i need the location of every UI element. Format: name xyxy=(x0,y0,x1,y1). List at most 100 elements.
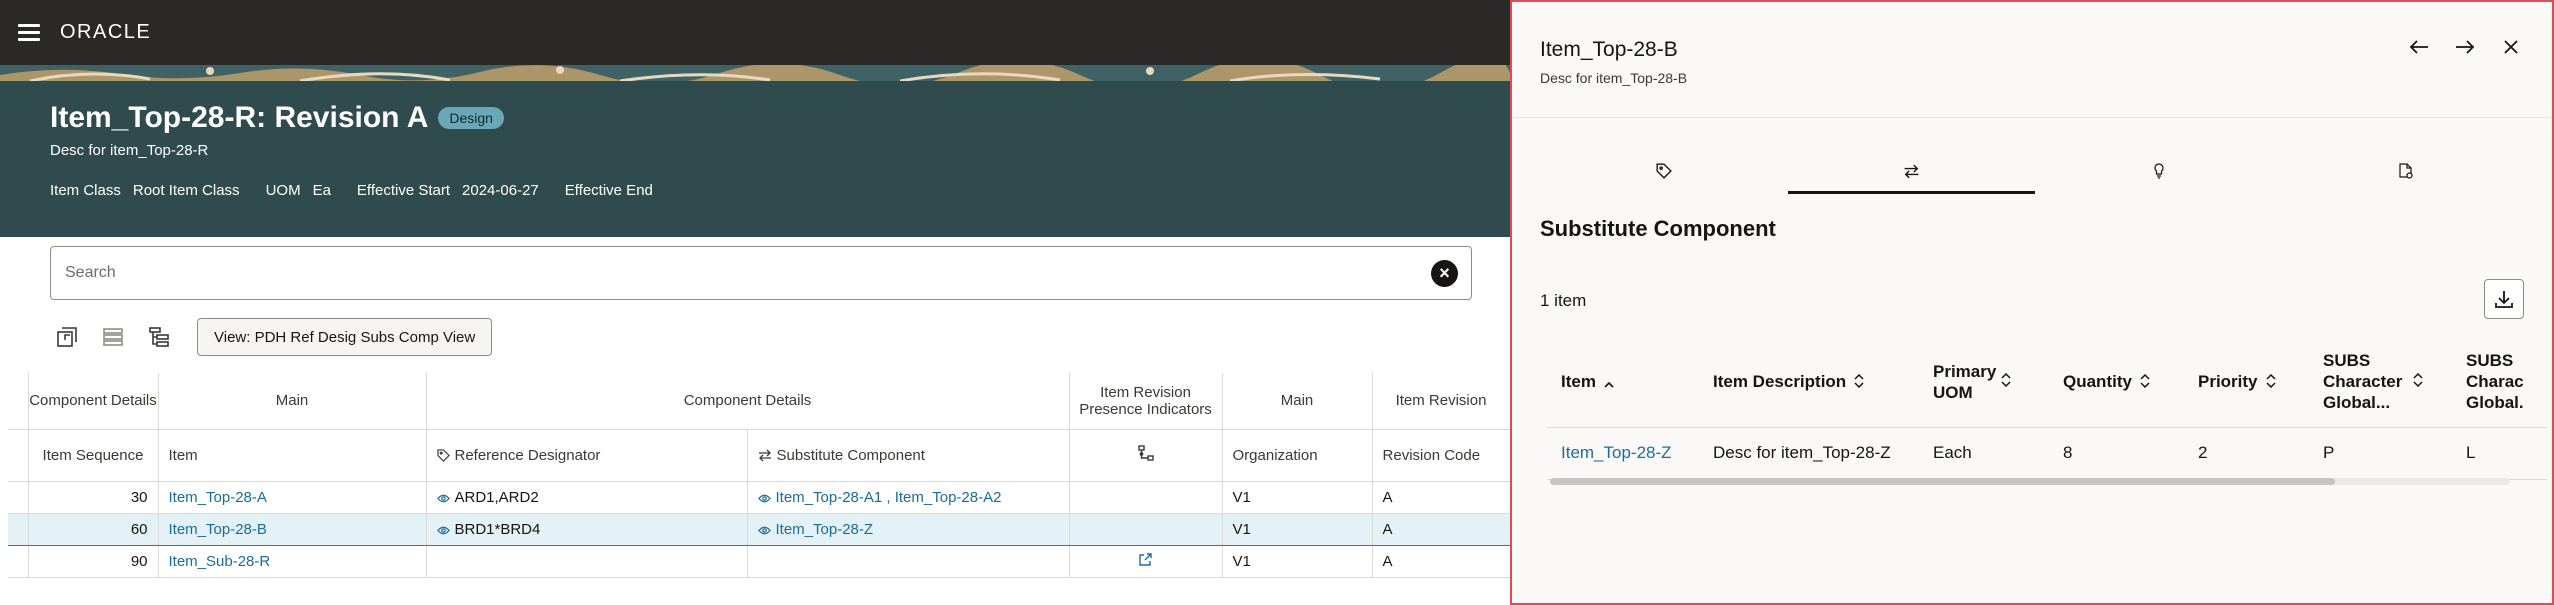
download-button[interactable] xyxy=(2484,279,2524,319)
column-header-item[interactable]: Item xyxy=(158,429,427,482)
page-title: Item_Top-28-R: Revision A xyxy=(50,101,429,134)
sort-ascending-icon xyxy=(1604,372,1614,393)
substitute-table-scroll[interactable]: Item Item Description Primary UOM Quanti… xyxy=(1547,337,2547,487)
cell-item-sequence: 60 xyxy=(28,512,159,546)
clear-search-icon[interactable]: × xyxy=(1431,259,1458,287)
column-header-presence-indicator xyxy=(1069,429,1223,482)
drawer-header: Item_Top-28-B Desc for item_Top-28-B xyxy=(1512,2,2552,118)
tab-lightbulb[interactable] xyxy=(2035,148,2283,194)
expand-structure-icon[interactable] xyxy=(55,325,79,349)
table-row[interactable]: 90 Item_Sub-28-R V1 A xyxy=(8,545,1511,578)
substitute-table: Item Item Description Primary UOM Quanti… xyxy=(1547,337,2547,480)
scrollbar-thumb[interactable] xyxy=(1550,478,2335,485)
close-icon[interactable] xyxy=(2500,36,2522,58)
item-link[interactable]: Item_Top-28-A xyxy=(169,489,267,506)
hierarchy-icon xyxy=(1137,445,1154,461)
meta-label-effective-end: Effective End xyxy=(564,182,653,199)
cell-substitute-component: Item_Top-28-Z xyxy=(747,512,1070,546)
group-header-component-details-2: Component Details xyxy=(426,373,1070,430)
open-external-icon[interactable] xyxy=(1138,552,1153,567)
sub-column-header-subs-character-1-label: SUBS Character Global... xyxy=(2323,351,2403,413)
item-description: Desc for item_Top-28-R xyxy=(50,142,209,159)
meta-label-effective-start: Effective Start xyxy=(356,182,451,199)
sub-cell-subs-character-2: L xyxy=(2452,427,2547,480)
sort-icon xyxy=(2266,372,2276,393)
drawer-tabs xyxy=(1540,148,2530,194)
sub-cell-subs-character-1: P xyxy=(2309,427,2452,480)
column-header-item-sequence[interactable]: Item Sequence xyxy=(28,429,159,482)
cell-revision-code: A xyxy=(1372,545,1511,578)
table-row[interactable]: 30 Item_Top-28-A ARD1,ARD2 Item_Top-28-A… xyxy=(8,481,1511,514)
sub-column-header-item-description[interactable]: Item Description xyxy=(1699,337,1919,428)
cell-reference-designator: BRD1*BRD4 xyxy=(426,512,748,546)
column-header-substitute-component[interactable]: Substitute Component xyxy=(747,429,1070,482)
arrow-right-icon[interactable] xyxy=(2454,36,2476,58)
section-title: Substitute Component xyxy=(1540,216,1776,241)
group-header-main-2: Main xyxy=(1222,373,1373,430)
view-icon xyxy=(757,526,771,534)
cell-presence-indicator xyxy=(1069,512,1223,546)
row-selector[interactable] xyxy=(8,545,29,578)
meta-value-item-class: Root Item Class xyxy=(132,182,240,199)
row-selector[interactable] xyxy=(8,512,29,546)
sub-cell-item-description: Desc for item_Top-28-Z xyxy=(1699,427,1919,480)
column-header-reference-designator[interactable]: Reference Designator xyxy=(426,429,748,482)
sub-column-header-subs-character-2[interactable]: SUBS Charac Global. xyxy=(2452,337,2547,428)
item-link[interactable]: Item_Top-28-B xyxy=(169,521,267,538)
horizontal-scrollbar[interactable] xyxy=(1550,478,2510,485)
row-selector[interactable] xyxy=(8,481,29,514)
sub-column-header-quantity-label: Quantity xyxy=(2063,371,2132,391)
search-input[interactable] xyxy=(65,264,1431,282)
column-header-substitute-component-label: Substitute Component xyxy=(776,446,925,464)
group-header-main: Main xyxy=(158,373,427,430)
structure-toolbar: View: PDH Ref Desig Subs Comp View xyxy=(55,318,493,356)
table-row-selected[interactable]: 60 Item_Top-28-B BRD1*BRD4 Item_Top-28-Z… xyxy=(8,512,1511,546)
item-link[interactable]: Item_Sub-28-R xyxy=(169,553,271,570)
sub-cell-quantity: 8 xyxy=(2049,427,2184,480)
view-selector-button[interactable]: View: PDH Ref Desig Subs Comp View xyxy=(197,318,493,356)
swap-icon xyxy=(758,449,771,461)
tab-substitute-component[interactable] xyxy=(1787,148,2036,194)
document-icon xyxy=(2399,163,2413,179)
column-header-organization[interactable]: Organization xyxy=(1222,429,1373,482)
list-view-icon[interactable] xyxy=(101,325,125,349)
tab-reference-designator[interactable] xyxy=(1540,148,1788,194)
tab-document-attachment[interactable] xyxy=(2283,148,2531,194)
substitute-component-link[interactable]: Item_Top-28-Z xyxy=(776,521,874,538)
row-selector-header xyxy=(8,373,29,430)
swap-icon xyxy=(1904,164,1919,178)
sort-icon xyxy=(1854,372,1864,393)
table-row[interactable]: Item_Top-28-Z Desc for item_Top-28-Z Eac… xyxy=(1547,427,2547,480)
column-header-reference-designator-label: Reference Designator xyxy=(454,446,601,464)
item-header: Item_Top-28-R: Revision A Design Desc fo… xyxy=(0,65,1510,237)
lightbulb-icon xyxy=(2154,163,2164,179)
sub-column-header-primary-uom[interactable]: Primary UOM xyxy=(1919,337,2049,428)
drawer-title: Item_Top-28-B xyxy=(1540,38,1678,61)
group-header-component-details: Component Details xyxy=(28,373,159,430)
sub-column-header-subs-character-1[interactable]: SUBS Character Global... xyxy=(2309,337,2452,428)
sub-cell-item: Item_Top-28-Z xyxy=(1547,427,1699,480)
drawer-nav xyxy=(2408,36,2522,58)
meta-label-uom: UOM xyxy=(265,182,301,199)
reference-designator-value: ARD1,ARD2 xyxy=(454,488,539,506)
reference-designator-value: BRD1*BRD4 xyxy=(454,520,541,538)
sub-column-header-item[interactable]: Item xyxy=(1547,337,1699,428)
sub-column-header-item-description-label: Item Description xyxy=(1713,371,1847,391)
cell-presence-indicator xyxy=(1069,481,1223,514)
cell-item: Item_Top-28-A xyxy=(158,481,427,514)
header-pattern-decoration xyxy=(0,65,1510,81)
sub-column-header-priority-label: Priority xyxy=(2198,371,2258,391)
cell-item-sequence: 90 xyxy=(28,545,159,578)
hamburger-menu-icon[interactable] xyxy=(18,24,40,41)
substitute-item-link[interactable]: Item_Top-28-Z xyxy=(1561,443,1672,462)
cell-organization: V1 xyxy=(1222,545,1373,578)
cell-presence-indicator xyxy=(1069,545,1223,578)
top-bar: ORACLE xyxy=(0,0,1510,65)
arrow-left-icon[interactable] xyxy=(2408,36,2430,58)
sub-column-header-quantity[interactable]: Quantity xyxy=(2049,337,2184,428)
substitute-component-link[interactable]: Item_Top-28-A1 , Item_Top-28-A2 xyxy=(776,489,1002,506)
column-header-revision-code[interactable]: Revision Code xyxy=(1372,429,1511,482)
sort-icon xyxy=(2140,372,2150,393)
tree-view-icon[interactable] xyxy=(147,325,171,349)
sub-column-header-priority[interactable]: Priority xyxy=(2184,337,2309,428)
